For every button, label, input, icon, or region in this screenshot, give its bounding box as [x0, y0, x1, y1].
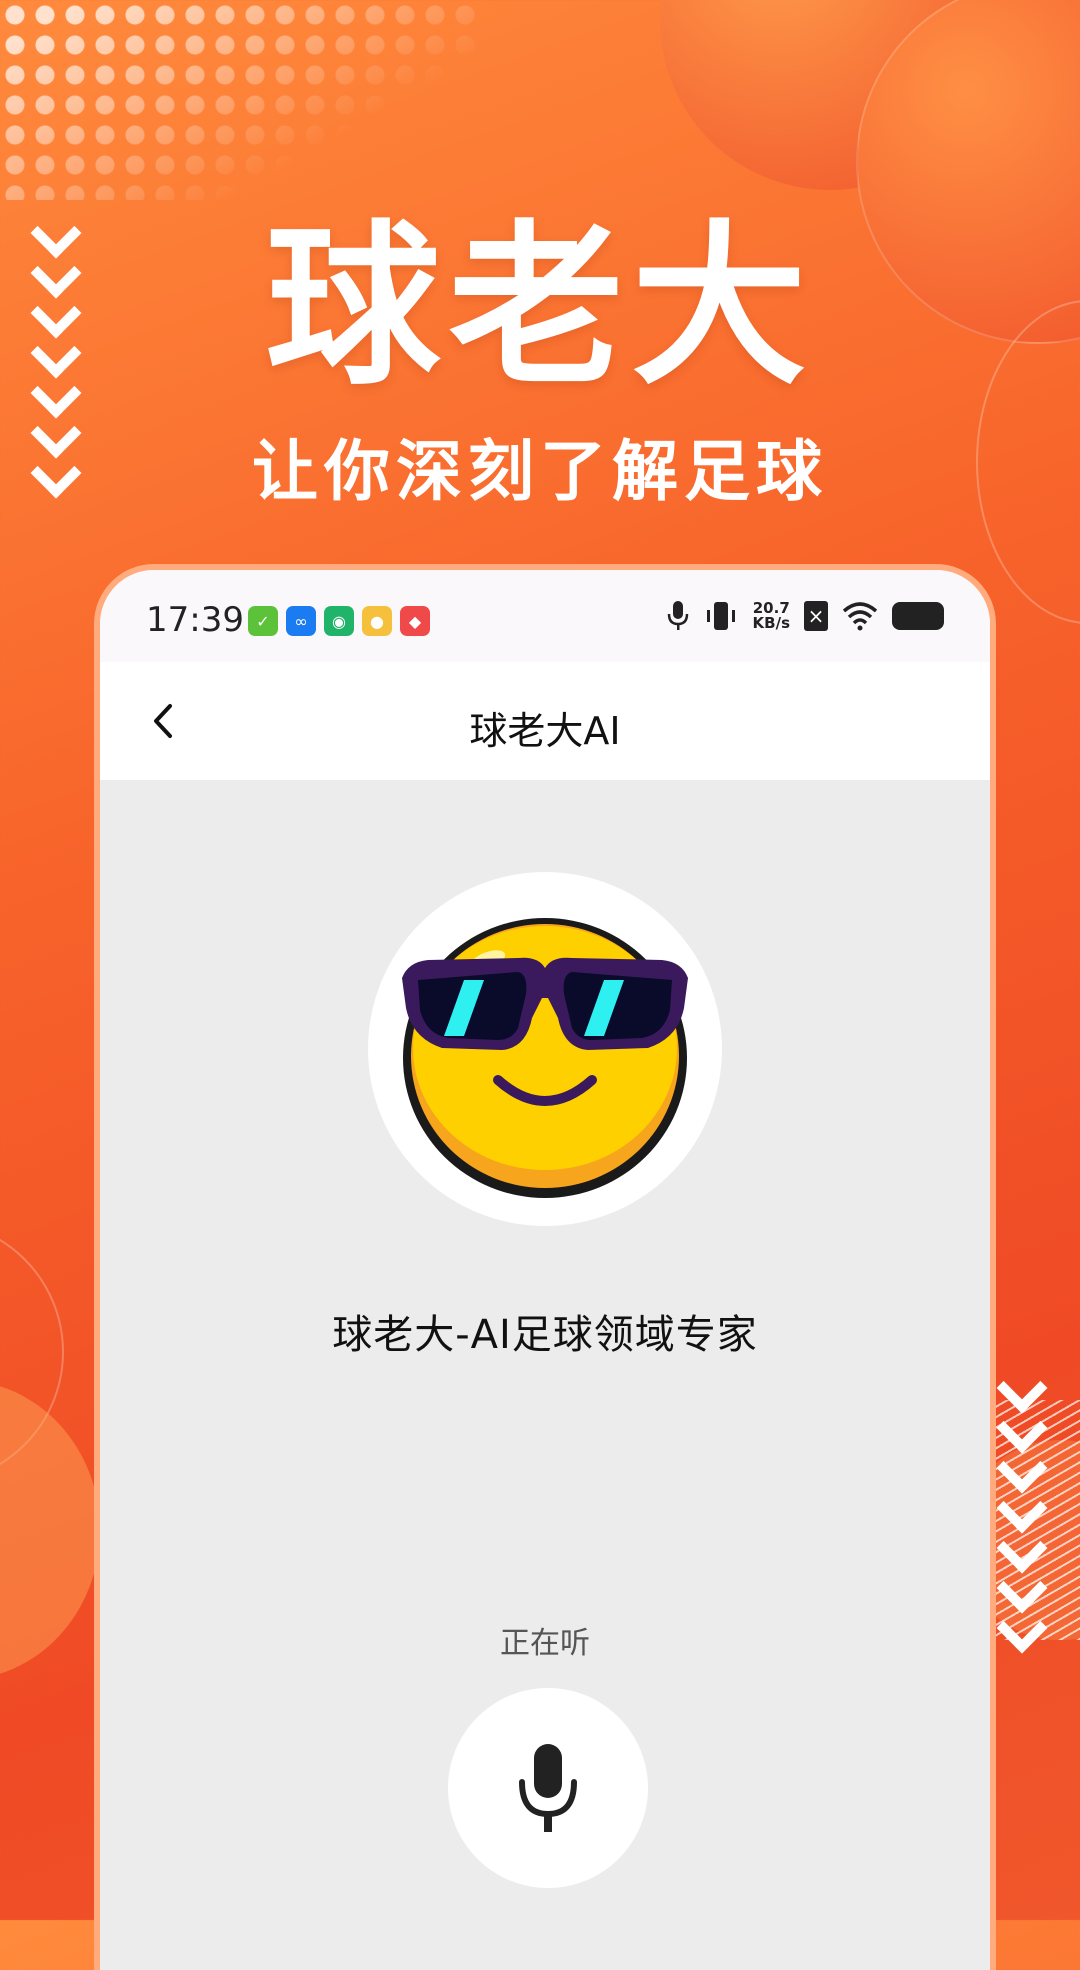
- ai-expert-title: 球老大-AI足球领域专家: [332, 1312, 758, 1358]
- taobao-icon: ◆: [400, 606, 430, 636]
- chevron-down-icon: [996, 1602, 1048, 1654]
- status-time: 17:39: [146, 600, 244, 640]
- listening-status: 正在听: [500, 1626, 590, 1661]
- cool-sunglasses-emoji-icon: [402, 918, 688, 1198]
- promo-headline: 球老大: [265, 206, 815, 409]
- nav-bar: 球老大AI: [100, 662, 990, 780]
- wechat-icon: ✓: [248, 606, 278, 636]
- decor-circle: [0, 1380, 100, 1680]
- ai-avatar: [368, 872, 722, 1226]
- wifi-icon: [842, 602, 878, 631]
- promo-subline: 让你深刻了解足球: [252, 433, 828, 510]
- microphone-status-icon: [667, 601, 688, 630]
- network-speed-unit: KB/s: [752, 614, 790, 632]
- ai-chat-area: 球老大-AI足球领域专家 正在听: [100, 780, 990, 1970]
- phone-frame: 17:39 ✓ ∞ ◉ ● ◆ 20.7 KB/s × 球老大AI 球老大-AI…: [94, 564, 996, 1970]
- link-app-icon: ∞: [286, 606, 316, 636]
- system-icons: 20.7 KB/s ×: [667, 600, 944, 632]
- chevron-decor-right: [996, 1362, 1048, 1654]
- vibrate-icon: [706, 602, 735, 630]
- status-bar: 17:39 ✓ ∞ ◉ ● ◆ 20.7 KB/s ×: [100, 570, 990, 662]
- network-speed: 20.7 KB/s: [753, 601, 790, 631]
- page-title: 球老大AI: [469, 709, 621, 753]
- microphone-button[interactable]: [448, 1688, 648, 1888]
- weibo-icon: ●: [362, 606, 392, 636]
- meituan-icon: ◉: [324, 606, 354, 636]
- no-sim-icon: ×: [804, 601, 828, 631]
- battery-icon: [892, 602, 944, 630]
- microphone-icon: [519, 1744, 577, 1832]
- notification-icons: ✓ ∞ ◉ ● ◆: [248, 606, 430, 636]
